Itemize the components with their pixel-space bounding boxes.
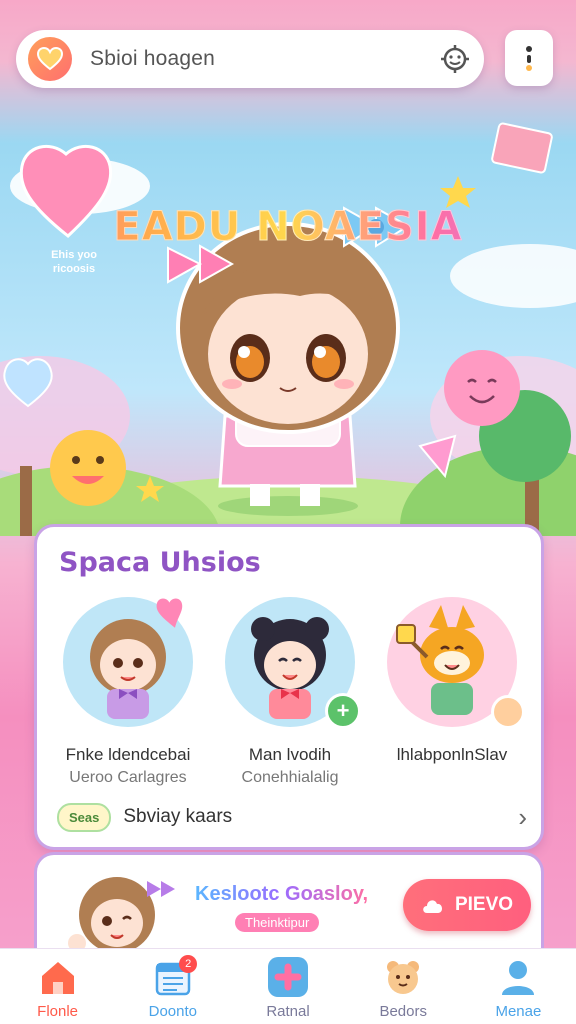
banner-character-illustration (68, 877, 175, 948)
character-name: lhlabponlnSlav (396, 745, 508, 764)
character-avatar[interactable]: + (225, 597, 361, 729)
seasons-tag[interactable]: Seas (57, 802, 112, 832)
character-avatar[interactable] (387, 597, 525, 729)
character-name: Fnke ldendcebai (65, 745, 191, 764)
profile-icon (498, 957, 538, 997)
heart-logo-icon[interactable] (28, 37, 72, 81)
hero-illustration (0, 122, 576, 536)
notification-badge: 2 (179, 955, 198, 973)
tab-label: Doonto (148, 1003, 197, 1020)
character-name: Man lvodih (248, 745, 332, 764)
section-title: Spaca Uhsios (59, 547, 261, 578)
tab-add[interactable]: Ratnal (230, 949, 345, 1024)
tab-label: Ratnal (266, 1003, 310, 1020)
tab-bears[interactable]: Bedors (346, 949, 461, 1024)
tab-label: Menae (495, 1003, 542, 1020)
hero-banner: EADU NOAESIA Ehis yoo ricoosis (0, 96, 576, 536)
search-input[interactable]: Sbioi hoagen (90, 47, 438, 71)
add-icon (268, 957, 308, 997)
character-item[interactable]: Fnke ldendcebai Ueroo Carlagres (53, 597, 203, 787)
character-item[interactable]: + Man lvodih Conehhialalig (215, 597, 365, 787)
banner-title: Keslootc Goasloy, (195, 883, 369, 905)
character-subtitle: Conehhialalig (241, 769, 339, 786)
character-subtitle: Ueroo Carlagres (69, 769, 187, 786)
characters-card: Spaca Uhsios Fnke ldendcebai Ueroo Carla… (34, 524, 544, 850)
bear-icon (383, 957, 423, 997)
hero-title: EADU NOAESIA (0, 204, 576, 251)
promo-banner[interactable]: Keslootc Goasloy, Theinktipur PIEVO (34, 852, 544, 948)
tab-calendar[interactable]: 2 Doonto (115, 949, 230, 1024)
tab-profile[interactable]: Menae (461, 949, 576, 1024)
card-footer[interactable]: Seas Sbviay kaars › (57, 797, 527, 837)
character-avatar[interactable] (63, 597, 193, 727)
bottom-tab-bar: Flonle 2 Doonto Ratnal Bedors Menae (0, 948, 576, 1024)
search-bar[interactable]: Sbioi hoagen (16, 30, 484, 88)
preview-button[interactable]: PIEVO (403, 879, 531, 931)
pet-badge-icon (491, 695, 525, 729)
preview-button-label: PIEVO (454, 894, 514, 915)
more-menu-button[interactable] (505, 30, 553, 86)
character-item[interactable]: lhlabponlnSlav (377, 597, 527, 769)
chevron-right-icon[interactable]: › (518, 802, 527, 833)
cloud-icon (423, 900, 442, 913)
banner-subtitle: Theinktipur (235, 913, 320, 932)
more-vertical-icon (526, 46, 532, 71)
add-friend-icon[interactable]: + (325, 693, 361, 729)
home-icon (38, 957, 78, 997)
footer-label: Sbviay kaars (123, 806, 233, 827)
tab-home[interactable]: Flonle (0, 949, 115, 1024)
heart-badge-label[interactable]: Ehis yoo ricoosis (33, 248, 115, 276)
scan-icon[interactable] (438, 42, 472, 76)
tab-label: Flonle (37, 1003, 79, 1020)
tab-label: Bedors (379, 1003, 427, 1020)
